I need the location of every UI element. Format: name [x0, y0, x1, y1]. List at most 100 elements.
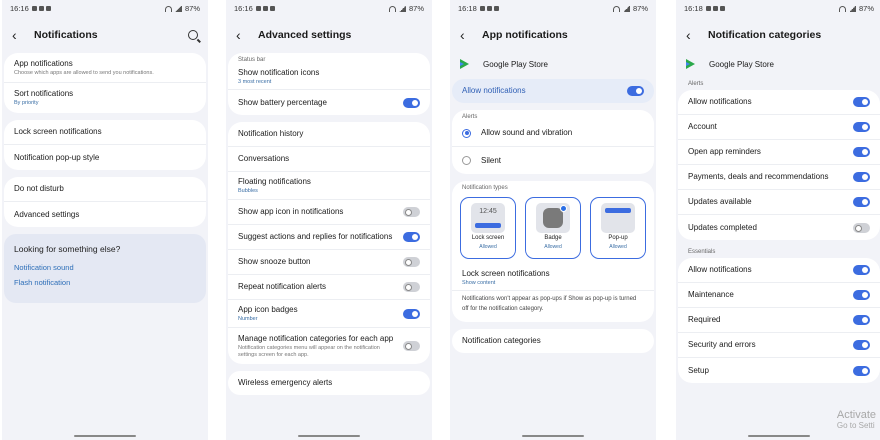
category-maintenance[interactable]: Maintenance: [678, 283, 880, 308]
status-time: 16:18: [684, 4, 703, 13]
snooze-button-item[interactable]: Show snooze button: [228, 250, 430, 275]
back-arrow-icon[interactable]: ‹: [460, 27, 476, 43]
app-icon-badges-item[interactable]: App icon badges Number: [228, 300, 430, 328]
category-required[interactable]: Required: [678, 308, 880, 333]
badges-toggle[interactable]: [403, 308, 420, 319]
status-bar: 16:16 87%: [226, 0, 432, 17]
silent-option[interactable]: Silent: [452, 147, 654, 174]
type-lock-screen[interactable]: 12:45 Lock screen Allowed: [460, 197, 516, 259]
radio-icon[interactable]: [462, 156, 471, 165]
do-not-disturb-item[interactable]: Do not disturb: [4, 177, 206, 202]
item-label: Conversations: [238, 154, 290, 163]
category-payments[interactable]: Payments, deals and recommendations: [678, 165, 880, 190]
nav-handle[interactable]: [748, 435, 810, 437]
show-battery-percentage-item[interactable]: Show battery percentage: [228, 90, 430, 115]
item-sub: Notification categories menu will appear…: [238, 344, 380, 358]
nav-handle[interactable]: [522, 435, 584, 437]
conversations-item[interactable]: Conversations: [228, 147, 430, 172]
item-label: Repeat notification alerts: [238, 282, 327, 291]
watermark-line-1: Activate: [836, 409, 876, 421]
signal-icon: [398, 5, 406, 12]
phone-app-notifications: 16:18 87% ‹ App notifications Google Pla…: [450, 0, 656, 440]
looking-title: Looking for something else?: [14, 244, 121, 254]
header: ‹ App notifications: [450, 17, 656, 53]
battery-percent: 87%: [408, 4, 424, 13]
allow-notifications-toggle[interactable]: [627, 86, 644, 96]
suggest-actions-toggle[interactable]: [403, 232, 420, 242]
status-icons: [479, 6, 499, 11]
category-toggle[interactable]: [853, 290, 870, 300]
notification-types: 12:45 Lock screen Allowed Badge Allowed …: [452, 191, 654, 265]
category-toggle[interactable]: [853, 197, 870, 207]
repeat-alerts-toggle[interactable]: [403, 282, 420, 292]
sort-notifications-item[interactable]: Sort notifications By priority: [4, 83, 206, 113]
item-label: Notification pop-up style: [14, 152, 100, 162]
category-toggle[interactable]: [853, 315, 870, 325]
nav-handle[interactable]: [298, 435, 360, 437]
category-toggle[interactable]: [853, 122, 870, 132]
snooze-toggle[interactable]: [403, 257, 420, 267]
sound-vibration-option[interactable]: Allow sound and vibration: [452, 120, 654, 147]
radio-selected-icon[interactable]: [462, 128, 471, 138]
notification-sound-link[interactable]: Notification sound: [4, 260, 206, 275]
alerts-card: Alerts Allow sound and vibration Silent: [452, 110, 654, 174]
back-arrow-icon[interactable]: ‹: [686, 27, 702, 43]
type-sub: Allowed: [479, 243, 497, 250]
item-label: Show app icon in notifications: [238, 207, 344, 216]
essentials-card: Allow notifications Maintenance Required…: [678, 258, 880, 383]
type-badge[interactable]: Badge Allowed: [525, 197, 581, 259]
show-notification-icons-item[interactable]: Show notification icons 3 most recent: [228, 65, 430, 90]
category-toggle[interactable]: [853, 265, 870, 275]
back-arrow-icon[interactable]: ‹: [12, 27, 28, 43]
app-icon-toggle[interactable]: [403, 207, 420, 217]
app-notifications-item[interactable]: App notifications Choose which apps are …: [4, 53, 206, 83]
lock-screen-notifications-item[interactable]: Lock screen notifications Show content: [452, 265, 654, 291]
lock-screen-notifications-item[interactable]: Lock screen notifications: [4, 120, 206, 145]
suggest-actions-item[interactable]: Suggest actions and replies for notifica…: [228, 225, 430, 250]
item-label: Suggest actions and replies for notifica…: [238, 232, 393, 241]
notification-history-item[interactable]: Notification history: [228, 122, 430, 147]
badge-thumbnail: [536, 203, 570, 233]
item-sub: Bubbles: [238, 187, 258, 194]
floating-notifications-item[interactable]: Floating notifications Bubbles: [228, 172, 430, 200]
allow-notifications-row[interactable]: Allow notifications: [452, 79, 654, 103]
repeat-alerts-item[interactable]: Repeat notification alerts: [228, 275, 430, 300]
category-toggle[interactable]: [853, 340, 870, 350]
category-toggle[interactable]: [853, 172, 870, 182]
category-toggle[interactable]: [853, 365, 870, 376]
battery-percentage-toggle[interactable]: [403, 97, 420, 108]
item-sub: 3 most recent: [238, 79, 272, 86]
header: ‹ Notifications: [2, 17, 208, 53]
popup-style-item[interactable]: Notification pop-up style: [4, 145, 206, 170]
category-toggle[interactable]: [853, 97, 870, 107]
category-updates-completed[interactable]: Updates completed: [678, 215, 880, 240]
wifi-icon: [388, 5, 396, 12]
category-allow-notifications-essential[interactable]: Allow notifications: [678, 258, 880, 283]
search-icon[interactable]: [188, 30, 198, 40]
item-label: Show notification icons: [238, 68, 320, 78]
app-header: Google Play Store: [676, 53, 880, 75]
category-setup[interactable]: Setup: [678, 358, 880, 383]
show-app-icon-item[interactable]: Show app icon in notifications: [228, 200, 430, 225]
item-label: Allow sound and vibration: [481, 128, 573, 137]
manage-categories-toggle[interactable]: [403, 341, 420, 351]
category-allow-notifications[interactable]: Allow notifications: [678, 90, 880, 115]
wireless-emergency-item[interactable]: Wireless emergency alerts: [228, 371, 430, 395]
advanced-settings-item[interactable]: Advanced settings: [4, 202, 206, 227]
signal-icon: [174, 5, 182, 12]
category-toggle[interactable]: [853, 147, 870, 157]
item-label: Maintenance: [688, 290, 734, 299]
notification-categories-item[interactable]: Notification categories: [452, 329, 654, 353]
back-arrow-icon[interactable]: ‹: [236, 27, 252, 43]
flash-notification-link[interactable]: Flash notification: [4, 275, 206, 297]
nav-handle[interactable]: [74, 435, 136, 437]
category-toggle[interactable]: [853, 222, 870, 233]
item-label: Silent: [481, 155, 502, 165]
category-account[interactable]: Account: [678, 115, 880, 140]
wifi-icon: [838, 5, 846, 12]
category-open-app-reminders[interactable]: Open app reminders: [678, 140, 880, 165]
category-updates-available[interactable]: Updates available: [678, 190, 880, 215]
type-popup[interactable]: Pop-up Allowed: [590, 197, 646, 259]
manage-categories-item[interactable]: Manage notification categories for each …: [228, 328, 430, 364]
category-security[interactable]: Security and errors: [678, 333, 880, 358]
